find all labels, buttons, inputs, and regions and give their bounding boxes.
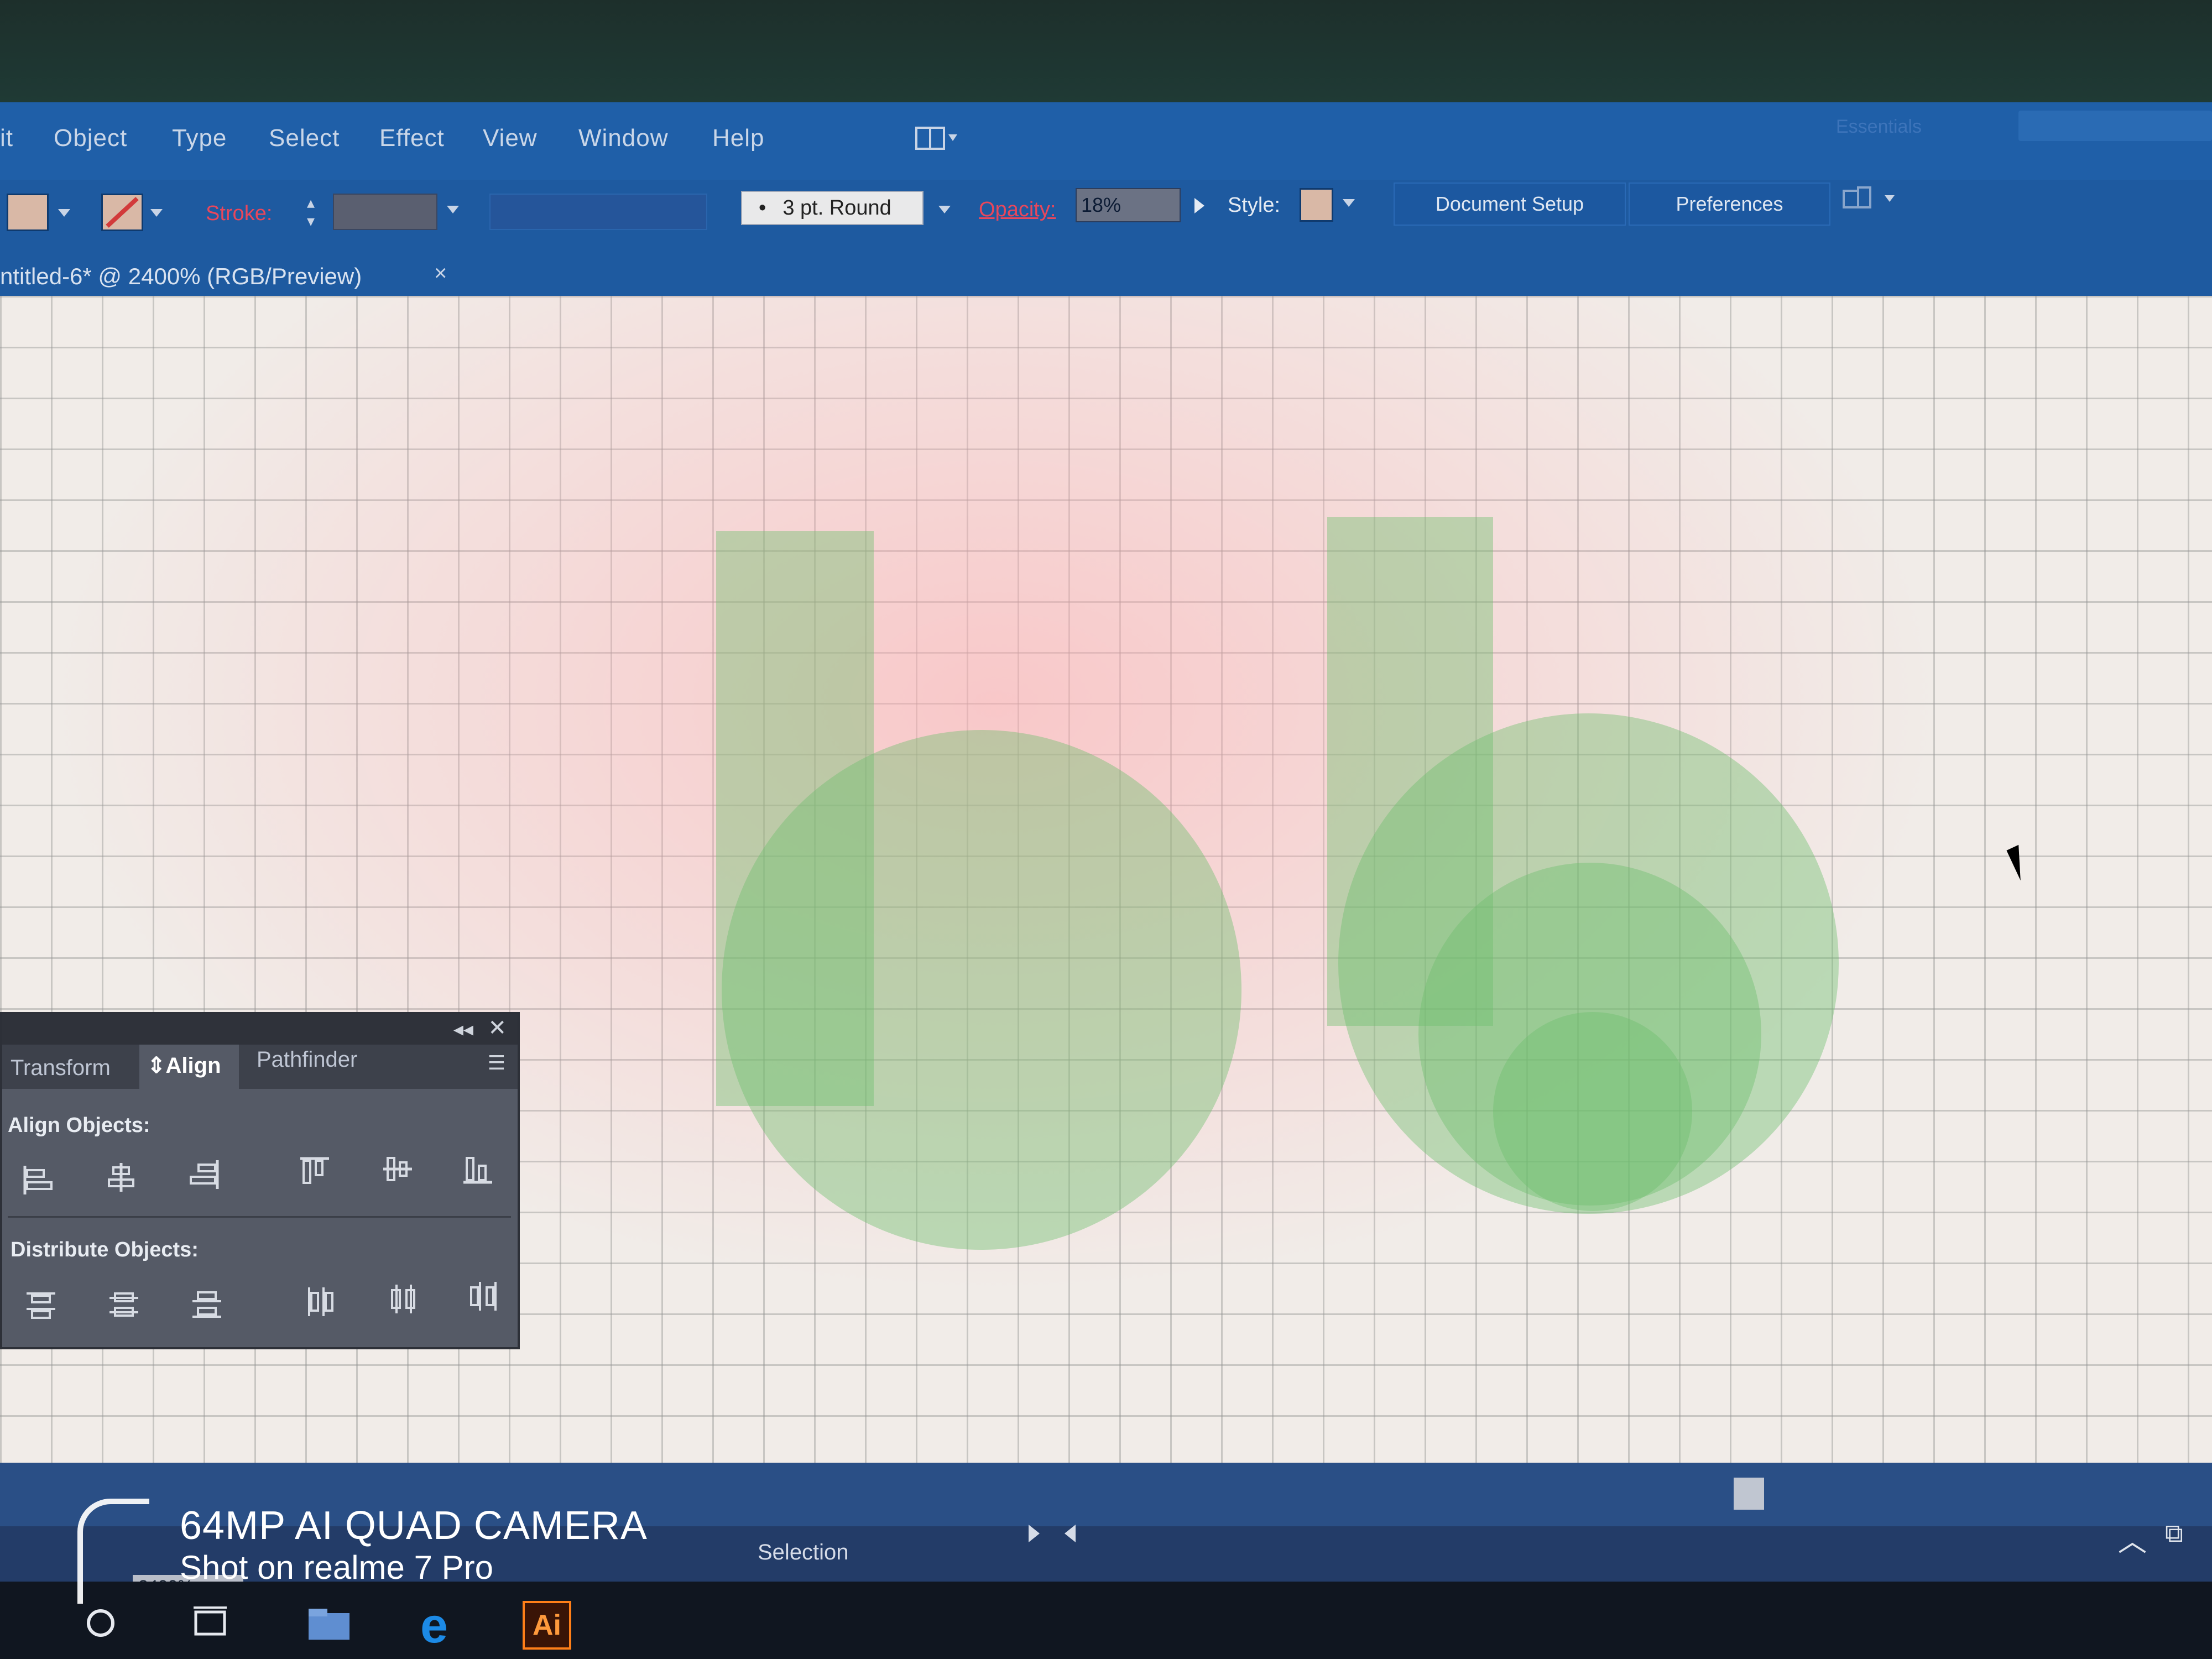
tray-chevron-up-icon[interactable]: ︿ xyxy=(2118,1518,2147,1559)
search-help-field[interactable] xyxy=(2018,111,2212,141)
menu-help[interactable]: Help xyxy=(712,124,765,152)
distribute-objects-title: Distribute Objects: xyxy=(11,1238,199,1261)
style-dropdown-icon[interactable] xyxy=(1343,199,1355,207)
no-stroke-icon xyxy=(106,197,139,228)
brush-dot-icon: • xyxy=(759,196,766,220)
watermark-camera-line: 64MP AI QUAD CAMERA xyxy=(180,1504,648,1548)
graphic-style-swatch[interactable] xyxy=(1300,188,1333,222)
stroke-weight-dropdown-icon[interactable] xyxy=(447,206,459,213)
distribute-bottom-icon[interactable] xyxy=(187,1285,226,1324)
variable-width-field[interactable] xyxy=(489,194,707,230)
align-objects-title: Align Objects: xyxy=(8,1114,150,1137)
document-setup-button[interactable]: Document Setup xyxy=(1394,182,1626,226)
menu-effect[interactable]: Effect xyxy=(379,124,445,152)
distribute-left-icon[interactable] xyxy=(301,1282,340,1321)
document-tab[interactable]: ntitled-6* @ 2400% (RGB/Preview) xyxy=(0,257,362,296)
letter-b-bowl[interactable] xyxy=(722,730,1241,1250)
preferences-button[interactable]: Preferences xyxy=(1629,182,1830,226)
distribute-horizontal-center-icon[interactable] xyxy=(384,1280,422,1318)
stroke-stepper-icon[interactable]: ▴ ▾ xyxy=(307,194,315,230)
align-vertical-center-icon[interactable] xyxy=(378,1150,417,1188)
align-left-icon[interactable] xyxy=(19,1161,58,1199)
illustrator-app-icon[interactable]: Ai xyxy=(523,1601,571,1650)
stroke-swatch[interactable] xyxy=(101,194,143,231)
current-tool-status[interactable]: Selection xyxy=(758,1540,849,1565)
opacity-arrow-icon[interactable] xyxy=(1194,198,1204,213)
align-right-icon[interactable] xyxy=(185,1155,223,1194)
menu-edit[interactable]: it xyxy=(0,124,13,152)
align-horizontal-center-icon[interactable] xyxy=(102,1158,140,1197)
opacity-input[interactable]: 18% xyxy=(1076,188,1181,222)
menu-object[interactable]: Object xyxy=(54,124,127,152)
tab-transform[interactable]: Transform xyxy=(11,1056,111,1081)
brush-label: 3 pt. Round xyxy=(782,196,891,220)
close-panel-icon[interactable]: ✕ xyxy=(488,1015,507,1041)
close-tab-icon[interactable]: × xyxy=(434,261,447,286)
task-view-icon[interactable] xyxy=(188,1601,232,1645)
brush-definition[interactable]: • 3 pt. Round xyxy=(741,191,924,225)
menu-view[interactable]: View xyxy=(483,124,538,152)
arrange-documents-button[interactable] xyxy=(915,124,959,152)
arrange-panel-icon[interactable] xyxy=(1841,185,1902,216)
watermark-device-line: Shot on realme 7 Pro xyxy=(180,1549,493,1586)
align-bottom-icon[interactable] xyxy=(458,1150,497,1188)
monitor-bezel xyxy=(0,0,2212,102)
tab-align[interactable]: ⇕Align xyxy=(147,1053,221,1078)
file-explorer-icon[interactable] xyxy=(304,1601,354,1645)
distribute-vertical-center-icon[interactable] xyxy=(105,1285,143,1324)
style-label: Style: xyxy=(1228,194,1281,217)
panel-menu-icon[interactable]: ☰ xyxy=(488,1051,505,1074)
align-panel: ◂◂ ✕ ☰ Transform ⇕Align Pathfinder Align… xyxy=(0,1012,520,1349)
status-play-icon[interactable] xyxy=(1029,1525,1040,1542)
tab-align-label: Align xyxy=(165,1053,221,1078)
letter-b2-inner-circle[interactable] xyxy=(1493,1012,1692,1211)
workspace-switcher[interactable]: Essentials xyxy=(1836,116,1922,138)
opacity-label[interactable]: Opacity: xyxy=(979,198,1056,222)
fill-dropdown-icon[interactable] xyxy=(58,209,70,217)
stroke-dropdown-icon[interactable] xyxy=(150,209,163,217)
edge-browser-icon[interactable]: e xyxy=(409,1598,459,1653)
scroll-left-icon[interactable] xyxy=(1065,1525,1076,1542)
stroke-label[interactable]: Stroke: xyxy=(206,202,272,226)
distribute-right-icon[interactable] xyxy=(464,1277,503,1316)
tab-pathfinder[interactable]: Pathfinder xyxy=(257,1047,357,1072)
fill-swatch[interactable] xyxy=(7,194,49,231)
align-top-icon[interactable] xyxy=(295,1152,334,1191)
tab-align-toggle-icon: ⇕ xyxy=(147,1053,166,1078)
collapse-panel-icon[interactable]: ◂◂ xyxy=(453,1018,473,1041)
menu-select[interactable]: Select xyxy=(269,124,340,152)
horizontal-scrollbar-thumb[interactable] xyxy=(1734,1478,1764,1510)
brush-dropdown-icon[interactable] xyxy=(938,206,951,213)
panel-divider xyxy=(8,1216,511,1218)
tray-network-icon[interactable]: ⧉ xyxy=(2165,1518,2183,1549)
menu-type[interactable]: Type xyxy=(172,124,227,152)
taskbar-search-icon[interactable] xyxy=(83,1601,122,1645)
distribute-top-icon[interactable] xyxy=(22,1285,60,1324)
panel-header: ◂◂ ✕ xyxy=(2,1014,518,1045)
realme-logo xyxy=(77,1499,149,1604)
stroke-weight-field[interactable] xyxy=(333,194,437,230)
menu-window[interactable]: Window xyxy=(578,124,669,152)
arrange-documents-icon xyxy=(915,127,957,150)
